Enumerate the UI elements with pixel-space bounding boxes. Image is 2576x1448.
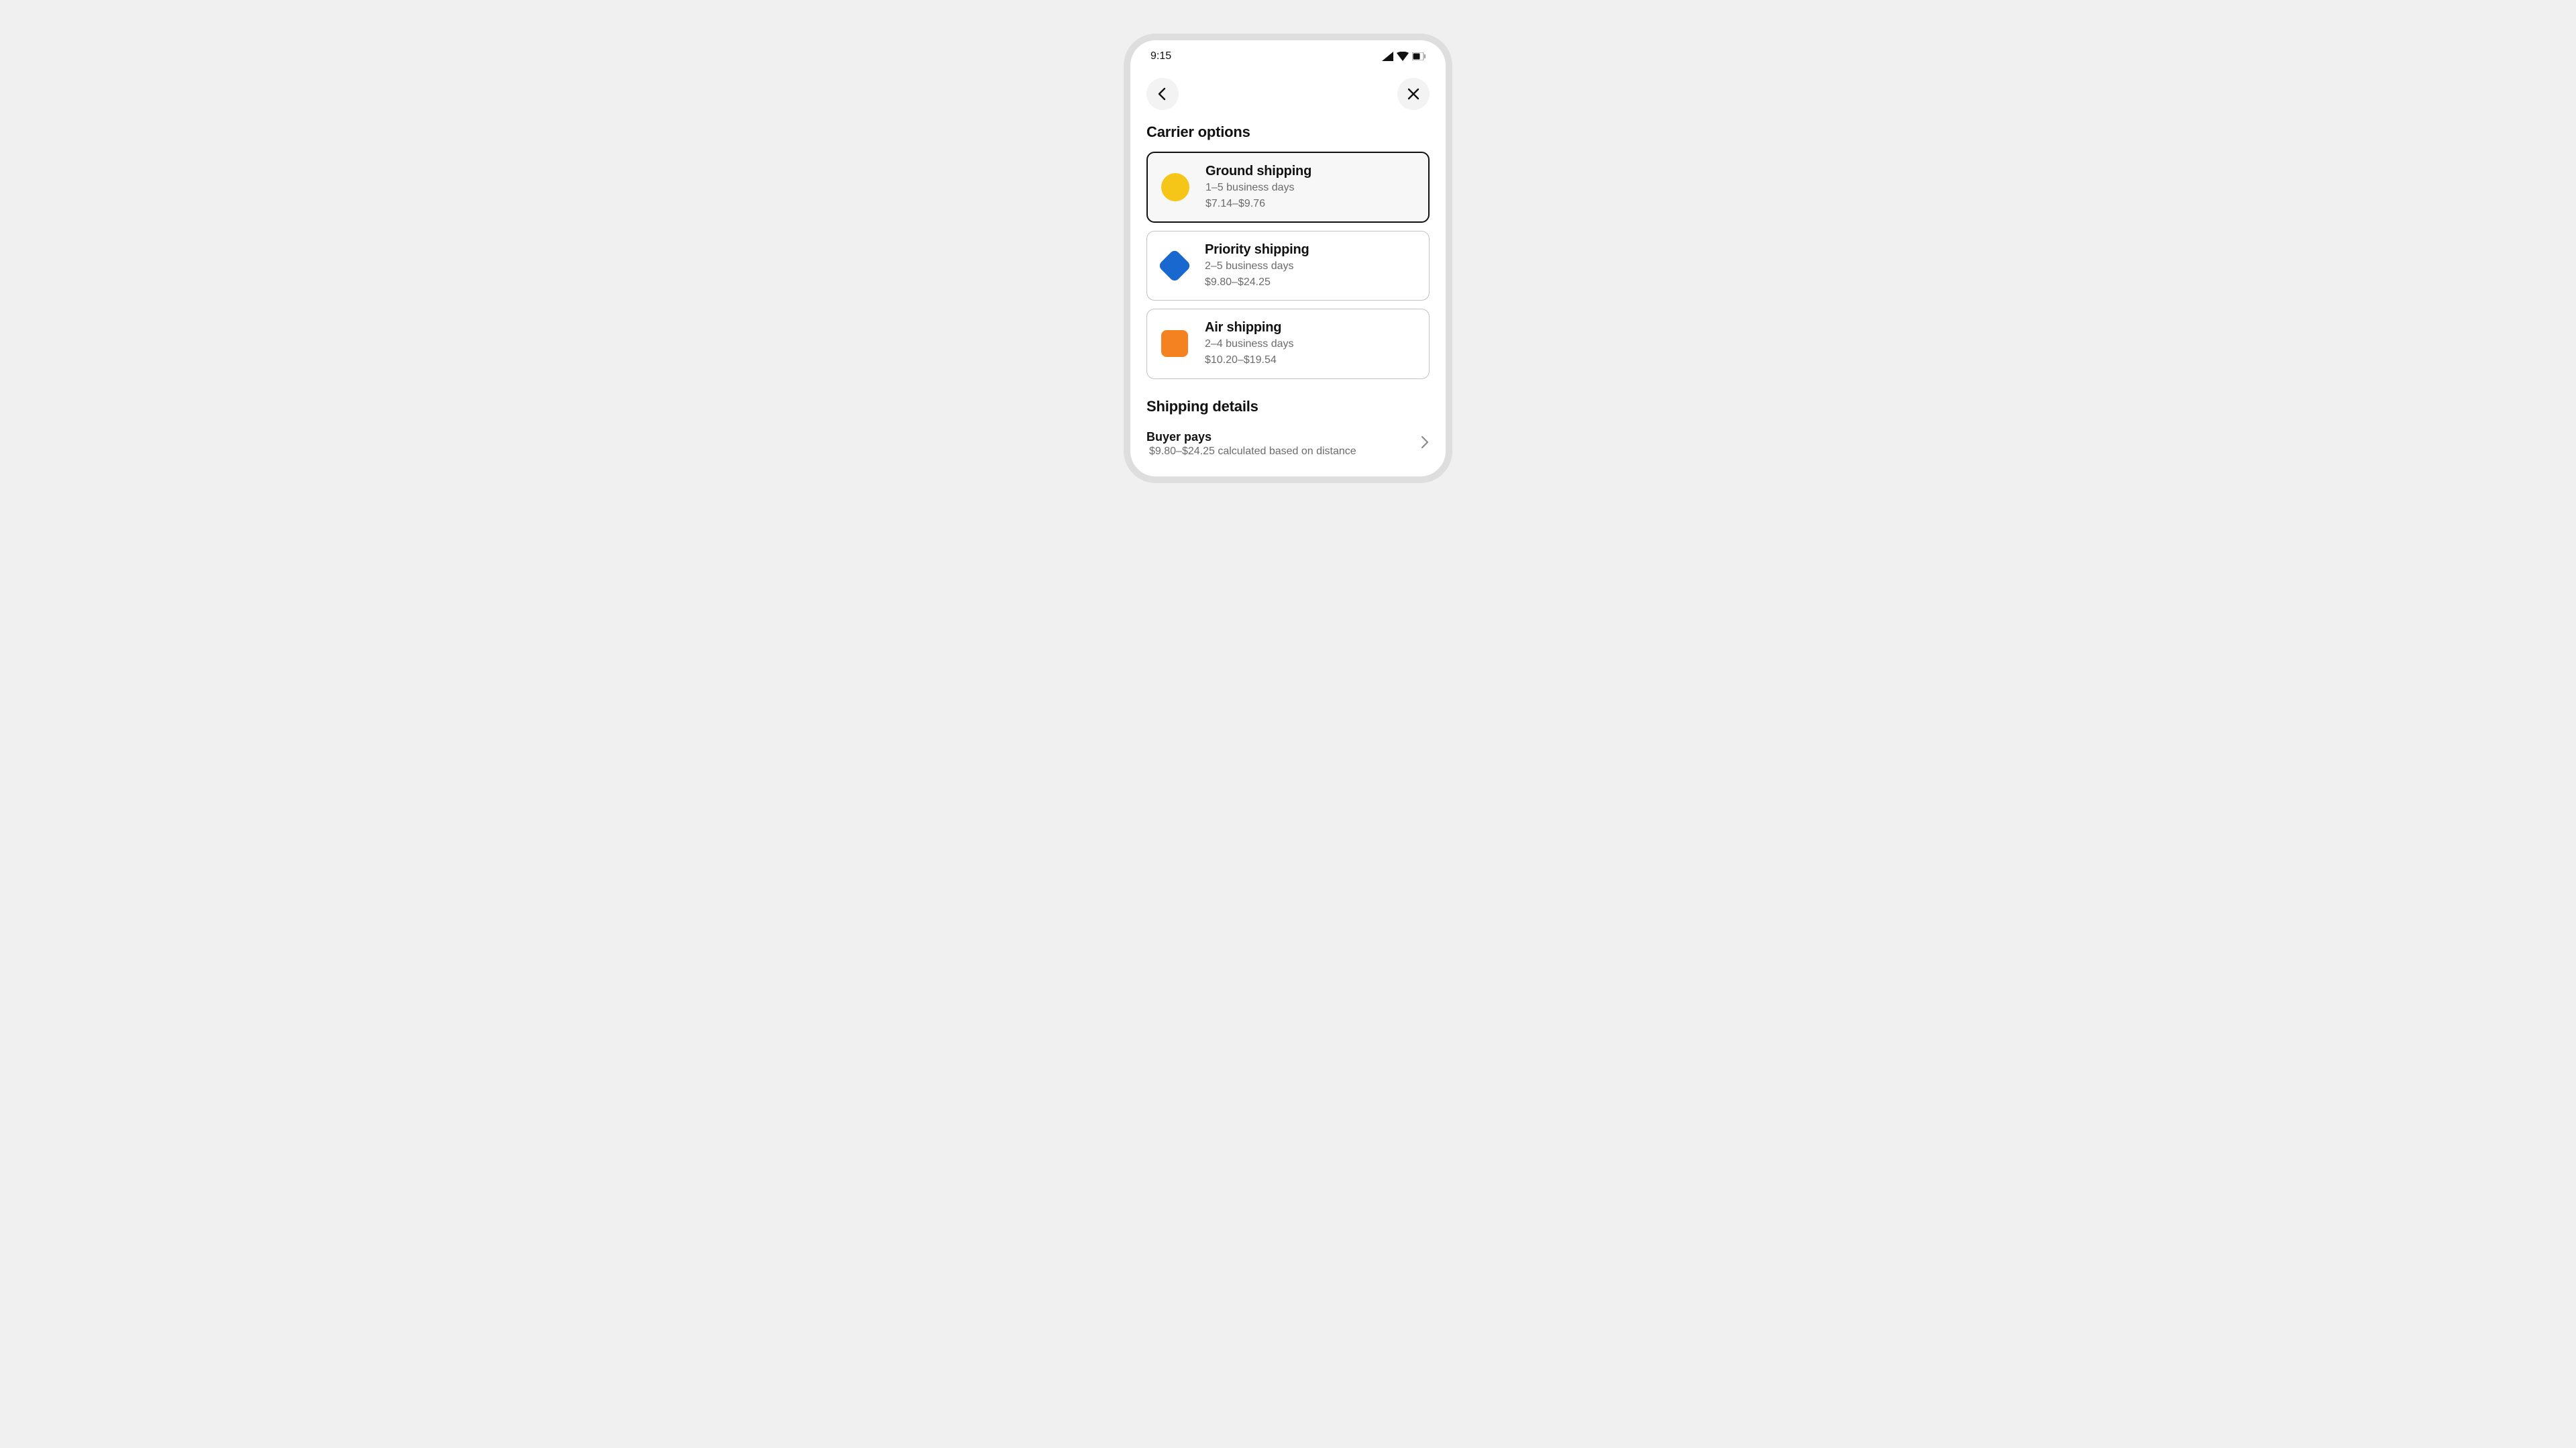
carrier-icon-ground [1161,173,1189,201]
diamond-icon [1158,249,1192,283]
carrier-option-air[interactable]: Air shipping 2–4 business days $10.20–$1… [1146,309,1430,378]
screen: 9:15 Carrier options Ground shipping 1–5… [1130,40,1446,476]
carrier-text: Air shipping 2–4 business days $10.20–$1… [1205,320,1294,367]
close-icon [1407,87,1420,101]
status-icons [1382,52,1426,61]
carrier-text: Ground shipping 1–5 business days $7.14–… [1205,164,1311,211]
circle-icon [1161,173,1189,201]
carrier-price: $10.20–$19.54 [1205,353,1294,368]
detail-sub: $9.80–$24.25 calculated based on distanc… [1149,446,1356,458]
detail-title: Buyer pays [1146,430,1356,444]
carrier-option-priority[interactable]: Priority shipping 2–5 business days $9.8… [1146,231,1430,301]
carrier-title: Priority shipping [1205,242,1309,258]
carrier-price: $7.14–$9.76 [1205,197,1311,211]
buyer-pays-row[interactable]: Buyer pays $9.80–$24.25 calculated based… [1146,426,1430,458]
carrier-icon-priority [1161,252,1189,280]
carrier-title: Air shipping [1205,320,1294,335]
detail-left: Buyer pays $9.80–$24.25 calculated based… [1146,430,1356,458]
carrier-option-ground[interactable]: Ground shipping 1–5 business days $7.14–… [1146,152,1430,223]
back-button[interactable] [1146,78,1179,110]
carrier-price: $9.80–$24.25 [1205,275,1309,290]
carrier-duration: 2–5 business days [1205,259,1309,274]
carrier-title: Ground shipping [1205,164,1311,179]
carrier-duration: 1–5 business days [1205,180,1311,195]
cellular-icon [1382,52,1393,61]
square-icon [1161,330,1188,357]
carrier-options-heading: Carrier options [1146,123,1430,141]
chevron-left-icon [1156,87,1169,101]
shipping-details-section: Shipping details Buyer pays $9.80–$24.25… [1146,398,1430,458]
chevron-right-icon [1420,435,1430,452]
status-time: 9:15 [1150,50,1171,62]
carrier-text: Priority shipping 2–5 business days $9.8… [1205,242,1309,289]
nav-row [1146,78,1430,110]
battery-icon [1412,52,1426,60]
carrier-icon-air [1161,329,1189,358]
close-button[interactable] [1397,78,1430,110]
wifi-icon [1397,52,1409,61]
carrier-duration: 2–4 business days [1205,337,1294,352]
status-bar: 9:15 [1146,40,1430,72]
phone-frame: 9:15 Carrier options Ground shipping 1–5… [1124,34,1452,483]
shipping-details-heading: Shipping details [1146,398,1430,415]
